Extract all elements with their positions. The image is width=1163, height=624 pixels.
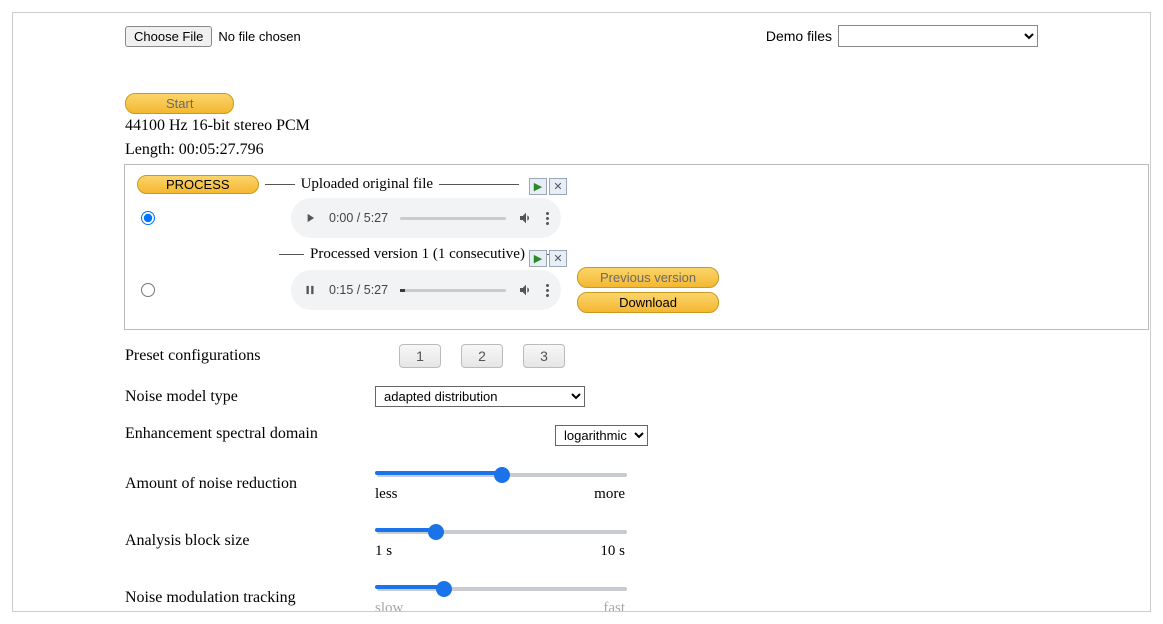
domain-label: Enhancement spectral domain [125,425,375,443]
block-size-slider[interactable] [377,530,627,534]
noise-reduction-right-label: more [594,486,625,503]
noise-model-select[interactable]: adapted distribution [375,386,585,407]
preset-buttons: 1 2 3 [399,344,765,368]
demo-files-row: Demo files [766,25,1038,47]
modulation-slider[interactable] [377,587,627,591]
file-chooser-status: No file chosen [218,29,300,44]
content: Start 44100 Hz 16-bit stereo PCM Length:… [13,55,1150,612]
noise-model-row: Noise model type adapted distribution [125,386,765,407]
preset-1-button[interactable]: 1 [399,344,441,368]
settings-block: Preset configurations 1 2 3 Noise model … [125,344,765,612]
block-size-row: Analysis block size 1 s 10 s [125,521,765,560]
previous-version-button[interactable]: Previous version [577,267,719,288]
original-seek-track[interactable] [400,217,506,220]
noise-reduction-row: Amount of noise reduction less more [125,464,765,503]
process-button[interactable]: PROCESS [137,175,259,194]
noise-reduction-left-label: less [375,486,398,503]
audio-length: Length: 00:05:27.796 [125,140,1150,160]
volume-icon[interactable] [518,282,534,298]
play-icon[interactable]: ▶ [529,178,547,195]
preset-row: Preset configurations 1 2 3 [125,344,765,368]
processed-player-row: ▶ ✕ 0:15 / 5:27 Previou [137,267,1138,313]
pause-icon[interactable] [303,283,317,297]
processed-heading: Processed version 1 (1 consecutive) [310,246,525,263]
processed-time: 0:15 / 5:27 [329,283,388,297]
noise-reduction-slider[interactable] [377,473,627,477]
noise-model-label: Noise model type [125,388,375,406]
kebab-icon[interactable] [546,212,549,225]
app-frame: Choose File No file chosen Demo files St… [12,12,1151,612]
original-time: 0:00 / 5:27 [329,211,388,225]
original-mini-controls: ▶ ✕ [529,178,567,195]
modulation-right-label: fast [603,600,625,612]
processed-mini-controls: ▶ ✕ [529,250,567,267]
noise-reduction-label: Amount of noise reduction [125,475,375,493]
download-button[interactable]: Download [577,292,719,313]
processed-side-buttons: Previous version Download [577,267,719,313]
demo-files-select[interactable] [838,25,1038,47]
processed-player: ▶ ✕ 0:15 / 5:27 [291,270,561,310]
domain-row: Enhancement spectral domain logarithmic [125,425,765,446]
start-button[interactable]: Start [125,93,234,114]
demo-files-label: Demo files [766,28,832,44]
preset-label: Preset configurations [125,347,375,365]
kebab-icon[interactable] [546,284,549,297]
play-icon[interactable]: ▶ [529,250,547,267]
topbar: Choose File No file chosen Demo files [13,13,1150,55]
processed-seek-track[interactable] [400,289,506,292]
original-player-row: ▶ ✕ 0:00 / 5:27 [137,198,1138,238]
block-size-label: Analysis block size [125,532,375,550]
block-size-left-label: 1 s [375,543,392,560]
block-size-right-label: 10 s [600,543,625,560]
processed-radio[interactable] [141,283,155,297]
modulation-left-label: slow [375,600,403,612]
choose-file-button[interactable]: Choose File [125,26,212,47]
original-heading: Uploaded original file [301,176,433,193]
modulation-row: Noise modulation tracking slow fast [125,578,765,612]
players-panel: PROCESS Uploaded original file ▶ ✕ 0:00 … [124,164,1149,330]
domain-select[interactable]: logarithmic [555,425,648,446]
preset-3-button[interactable]: 3 [523,344,565,368]
close-icon[interactable]: ✕ [549,250,567,267]
close-icon[interactable]: ✕ [549,178,567,195]
modulation-label: Noise modulation tracking [125,589,375,607]
volume-icon[interactable] [518,210,534,226]
preset-2-button[interactable]: 2 [461,344,503,368]
audio-format: 44100 Hz 16-bit stereo PCM [125,116,1150,136]
play-icon[interactable] [303,211,317,225]
original-radio[interactable] [141,211,155,225]
file-chooser: Choose File No file chosen [125,26,301,47]
original-player: ▶ ✕ 0:00 / 5:27 [291,198,561,238]
